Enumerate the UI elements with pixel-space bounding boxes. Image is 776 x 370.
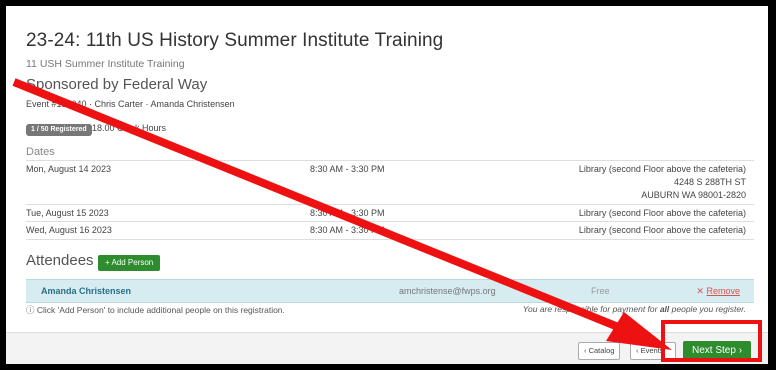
red-arrow-annotation bbox=[12, 78, 672, 350]
next-step-highlight-box bbox=[661, 320, 762, 362]
